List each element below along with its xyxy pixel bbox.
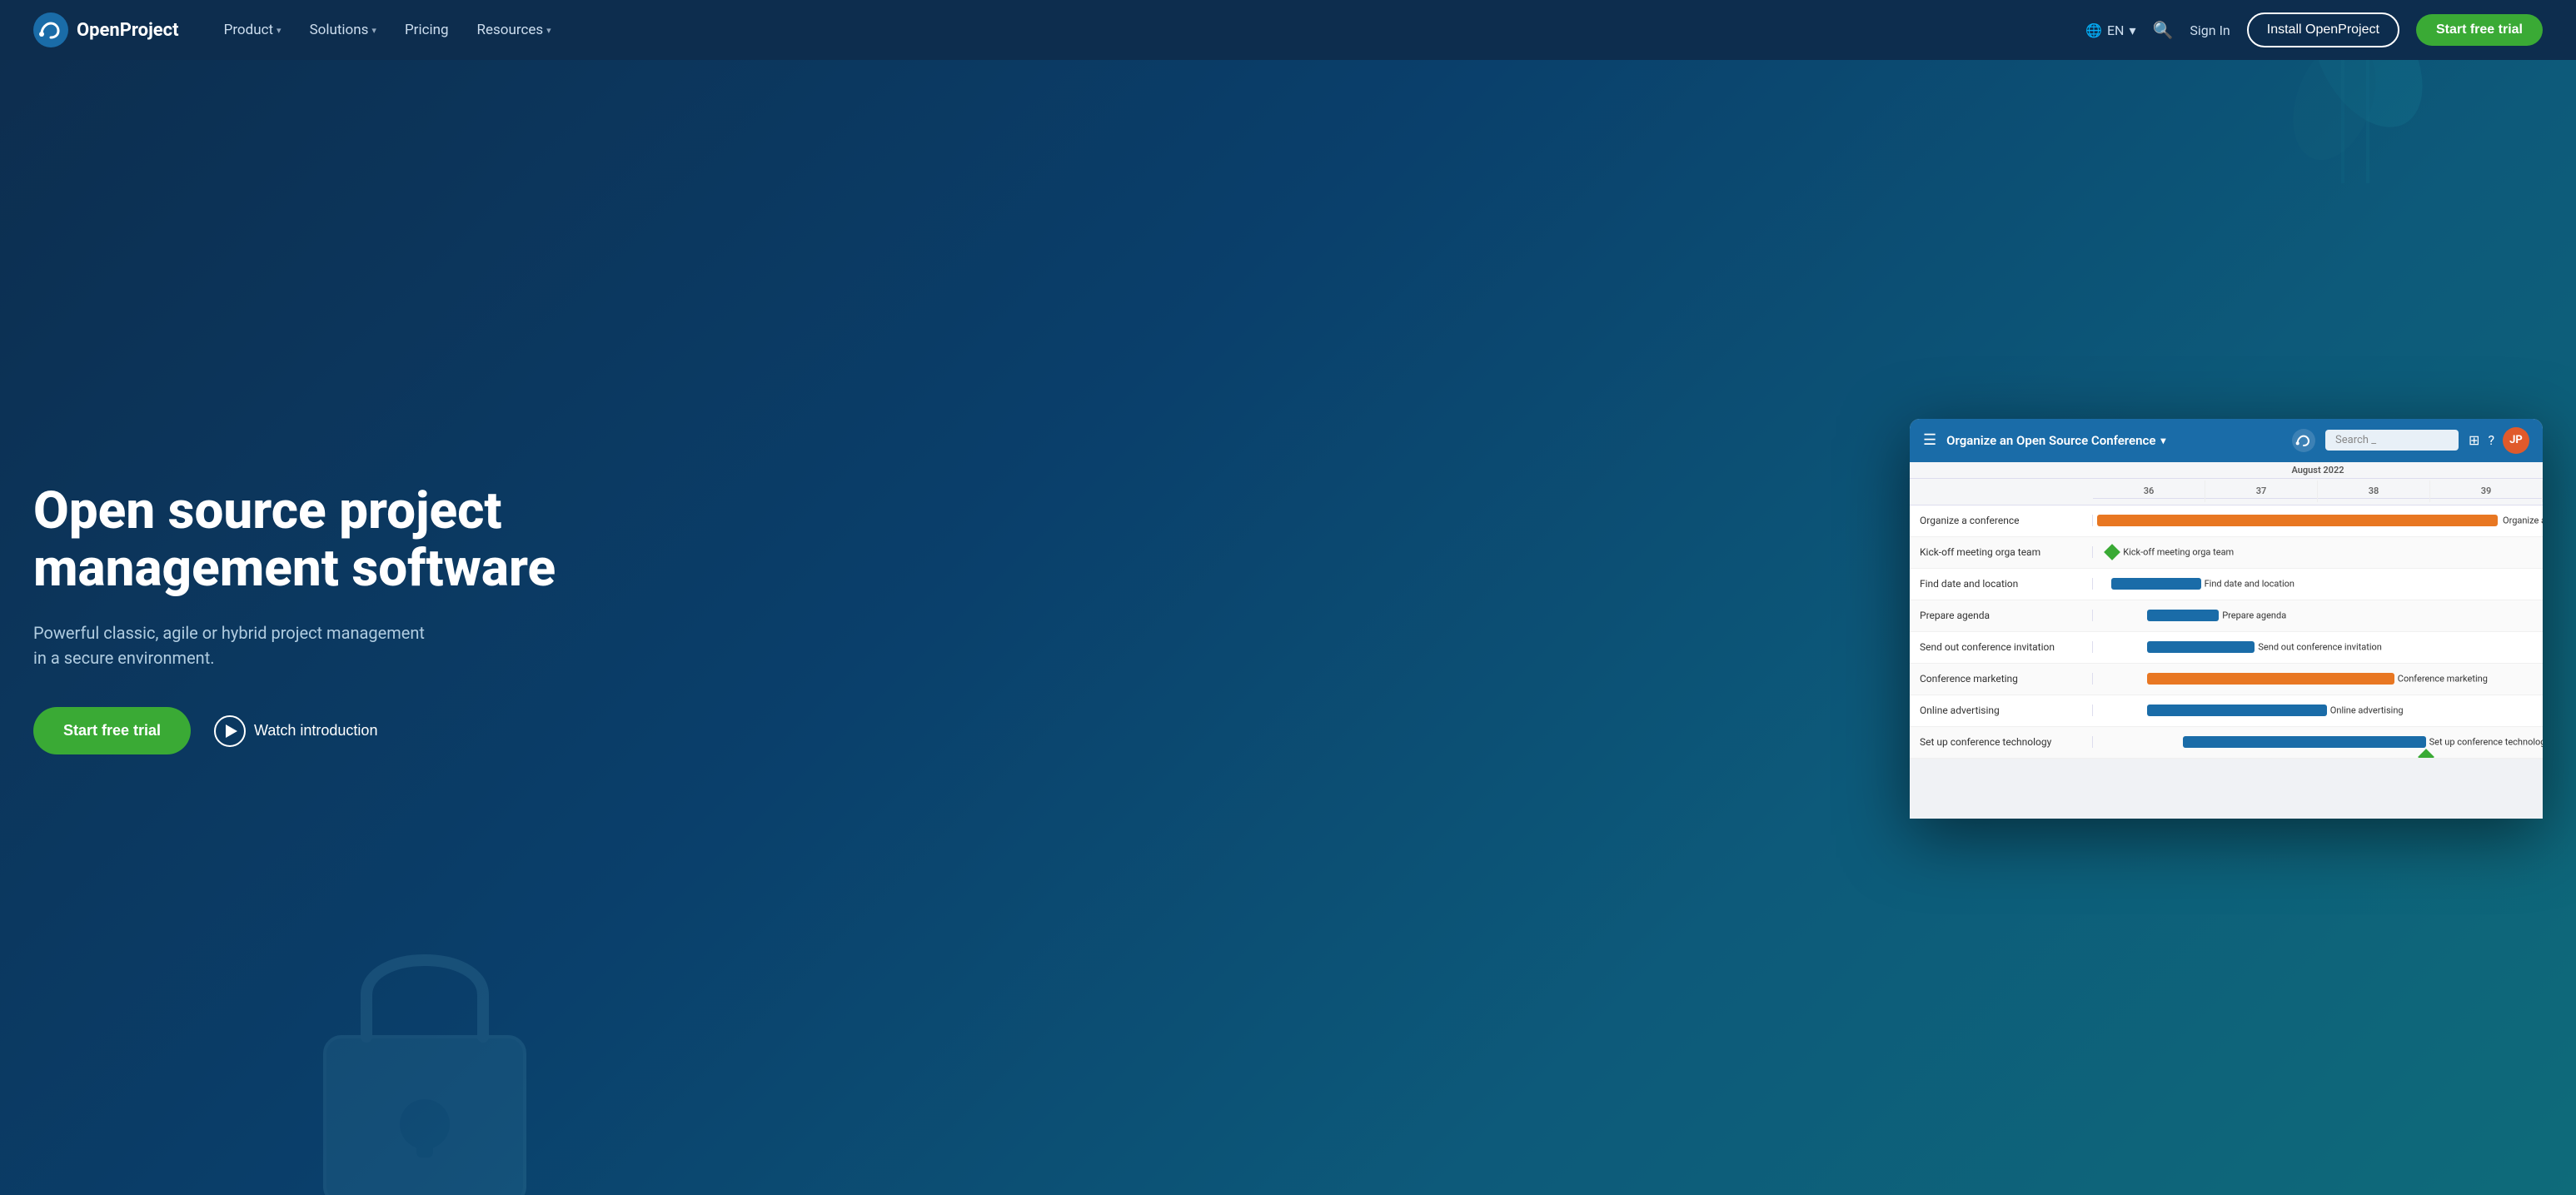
app-window: ☰ Organize an Open Source Conference ▾ S… [1910, 419, 2543, 819]
gantt-bar-label: Prepare agenda [2222, 610, 2286, 621]
solutions-chevron-icon: ▾ [371, 25, 376, 36]
gantt-bars-area: Prepare agenda [2093, 600, 2543, 631]
hero-section: for(let r=0;r<8;r++) for(let c=0;c<12;c+… [0, 0, 2576, 1195]
gantt-task-name: Set up conference technology [1910, 736, 2093, 748]
app-user-avatar[interactable]: JP [2503, 427, 2529, 454]
trial-button-nav[interactable]: Start free trial [2416, 14, 2543, 46]
lang-chevron-icon: ▾ [2129, 22, 2135, 38]
app-project-name: Organize an Open Source Conference ▾ [1946, 433, 2282, 448]
hero-right: ☰ Organize an Open Source Conference ▾ S… [600, 419, 2543, 819]
hero-watch-button[interactable]: Watch introduction [214, 715, 377, 747]
gantt-bar-label: Set up conference technology [2429, 737, 2543, 748]
search-icon[interactable]: 🔍 [2152, 20, 2173, 40]
gantt-task-name: Send out conference invitation [1910, 641, 2093, 653]
gantt-row: Conference marketing Conference marketing [1910, 664, 2543, 695]
gantt-task-name: Conference marketing [1910, 673, 2093, 685]
app-menu-icon[interactable]: ☰ [1923, 431, 1936, 449]
gantt-header-row: 36373839 [1910, 479, 2543, 505]
nav-pricing[interactable]: Pricing [393, 15, 461, 45]
gantt-dates-col: 36373839 [2093, 480, 2543, 502]
logo-link[interactable]: OpenProject [33, 12, 179, 47]
play-circle-icon [214, 715, 246, 747]
gantt-bar [2111, 578, 2201, 590]
gantt-month-row: August 2022 [1910, 462, 2543, 479]
gantt-bar-label: Kick-off meeting orga team [2123, 547, 2234, 558]
gantt-row: Online advertising Online advertising [1910, 695, 2543, 727]
product-chevron-icon: ▾ [277, 25, 282, 36]
language-selector[interactable]: 🌐 EN ▾ [2085, 22, 2135, 38]
navbar: OpenProject Product ▾ Solutions ▾ Pricin… [0, 0, 2576, 60]
app-icons-right: ⊞ ? JP [2469, 427, 2529, 454]
gantt-bar [2147, 641, 2255, 653]
app-grid-icon[interactable]: ⊞ [2469, 432, 2479, 448]
gantt-month-label: August 2022 [2093, 465, 2543, 476]
nav-resources[interactable]: Resources ▾ [466, 15, 563, 45]
gantt-task-name: Organize a conference [1910, 515, 2093, 526]
gantt-row: Organize a conference Organize a conferen… [1910, 505, 2543, 537]
hero-trial-button[interactable]: Start free trial [33, 707, 191, 754]
gantt-area: August 2022 36373839 Organize a conferen… [1910, 462, 2543, 759]
install-button[interactable]: Install OpenProject [2247, 12, 2399, 47]
nav-right: 🌐 EN ▾ 🔍 Sign In Install OpenProject Sta… [2085, 12, 2543, 47]
gantt-bars-area: Send out conference invitation [2093, 632, 2543, 663]
signin-link[interactable]: Sign In [2190, 22, 2230, 38]
gantt-bar [2147, 705, 2327, 716]
hero-subtitle: Powerful classic, agile or hybrid projec… [33, 620, 433, 670]
gantt-row: Prepare agenda Prepare agenda [1910, 600, 2543, 632]
gantt-task-name: Online advertising [1910, 705, 2093, 716]
lock-decoration [267, 912, 583, 1195]
app-help-icon[interactable]: ? [2488, 432, 2494, 448]
gantt-week-37: 37 [2205, 480, 2318, 502]
gantt-week-39: 39 [2430, 480, 2543, 502]
gantt-task-name: Kick-off meeting orga team [1910, 546, 2093, 558]
gantt-milestone-diamond-end [2418, 749, 2434, 757]
gantt-bar-label: Conference marketing [2398, 674, 2488, 685]
gantt-bar-label: Find date and location [2205, 579, 2294, 590]
gantt-week-38: 38 [2318, 480, 2430, 502]
gantt-bars-area: Organize a conference [2093, 505, 2543, 536]
gantt-bar-label: Online advertising [2330, 705, 2404, 716]
nav-product[interactable]: Product ▾ [212, 15, 293, 45]
gantt-week-36: 36 [2093, 480, 2205, 502]
gantt-bar [2183, 736, 2426, 748]
gantt-bar [2147, 673, 2394, 685]
resources-chevron-icon: ▾ [546, 25, 551, 36]
play-triangle-icon [226, 724, 237, 738]
gantt-bar-label: Send out conference invitation [2258, 642, 2381, 653]
app-dropdown-icon: ▾ [2160, 435, 2165, 446]
gantt-bars-area: Kick-off meeting orga team [2093, 537, 2543, 568]
gantt-row: Set up conference technology Set up confe… [1910, 727, 2543, 759]
gantt-task-name: Find date and location [1910, 578, 2093, 590]
hero-actions: Start free trial Watch introduction [33, 707, 566, 754]
gantt-bars-area: Online advertising [2093, 695, 2543, 726]
logo-icon [33, 12, 68, 47]
gantt-bars-area: Set up conference technology [2093, 727, 2543, 758]
app-topbar: ☰ Organize an Open Source Conference ▾ S… [1910, 419, 2543, 462]
gantt-row: Send out conference invitation Send out c… [1910, 632, 2543, 664]
app-logo-small-icon [2292, 429, 2315, 452]
gantt-milestone-diamond [2104, 544, 2120, 560]
gantt-row: Find date and location Find date and loca… [1910, 569, 2543, 600]
globe-icon: 🌐 [2085, 22, 2102, 38]
brand-name: OpenProject [77, 20, 179, 41]
gantt-task-name: Prepare agenda [1910, 610, 2093, 621]
gantt-row: Kick-off meeting orga team Kick-off meeti… [1910, 537, 2543, 569]
gantt-bar-label: Organize a conference [2503, 515, 2543, 526]
gantt-bar [2147, 610, 2219, 621]
nav-solutions[interactable]: Solutions ▾ [298, 15, 388, 45]
dots-decoration: for(let r=0;r<8;r++) for(let c=0;c<12;c+… [50, 1012, 300, 1178]
nav-links: Product ▾ Solutions ▾ Pricing Resources … [212, 15, 2085, 45]
gantt-body: Organize a conference Organize a conferen… [1910, 505, 2543, 759]
hero-left: Open source project management software … [33, 482, 600, 755]
hero-title: Open source project management software [33, 482, 566, 598]
gantt-bars-area: Find date and location [2093, 569, 2543, 600]
app-search-box[interactable]: Search _ [2325, 430, 2459, 451]
gantt-bars-area: Conference marketing [2093, 664, 2543, 695]
gantt-bar [2097, 515, 2498, 526]
